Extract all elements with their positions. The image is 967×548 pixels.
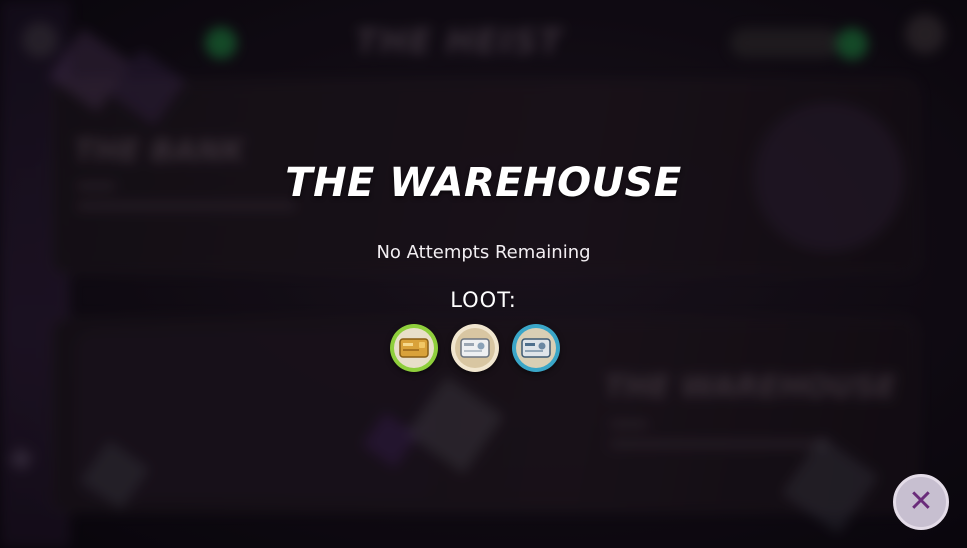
blue-keycard-icon xyxy=(516,328,556,368)
modal-scrim xyxy=(0,0,967,548)
close-button[interactable]: ✕ xyxy=(893,474,949,530)
game-screen: THE HEIST THE BANK THE WAREHOUSE THE WAR… xyxy=(0,0,967,548)
attempts-status: No Attempts Remaining xyxy=(376,242,591,263)
loot-label: LOOT: xyxy=(450,288,517,312)
mission-title: THE WAREHOUSE xyxy=(285,160,682,206)
silver-keycard-icon xyxy=(455,328,495,368)
loot-item[interactable] xyxy=(512,324,560,372)
loot-list xyxy=(390,324,560,372)
gold-keycard-icon xyxy=(394,328,434,368)
loot-item[interactable] xyxy=(451,324,499,372)
close-icon: ✕ xyxy=(908,484,934,519)
loot-item[interactable] xyxy=(390,324,438,372)
